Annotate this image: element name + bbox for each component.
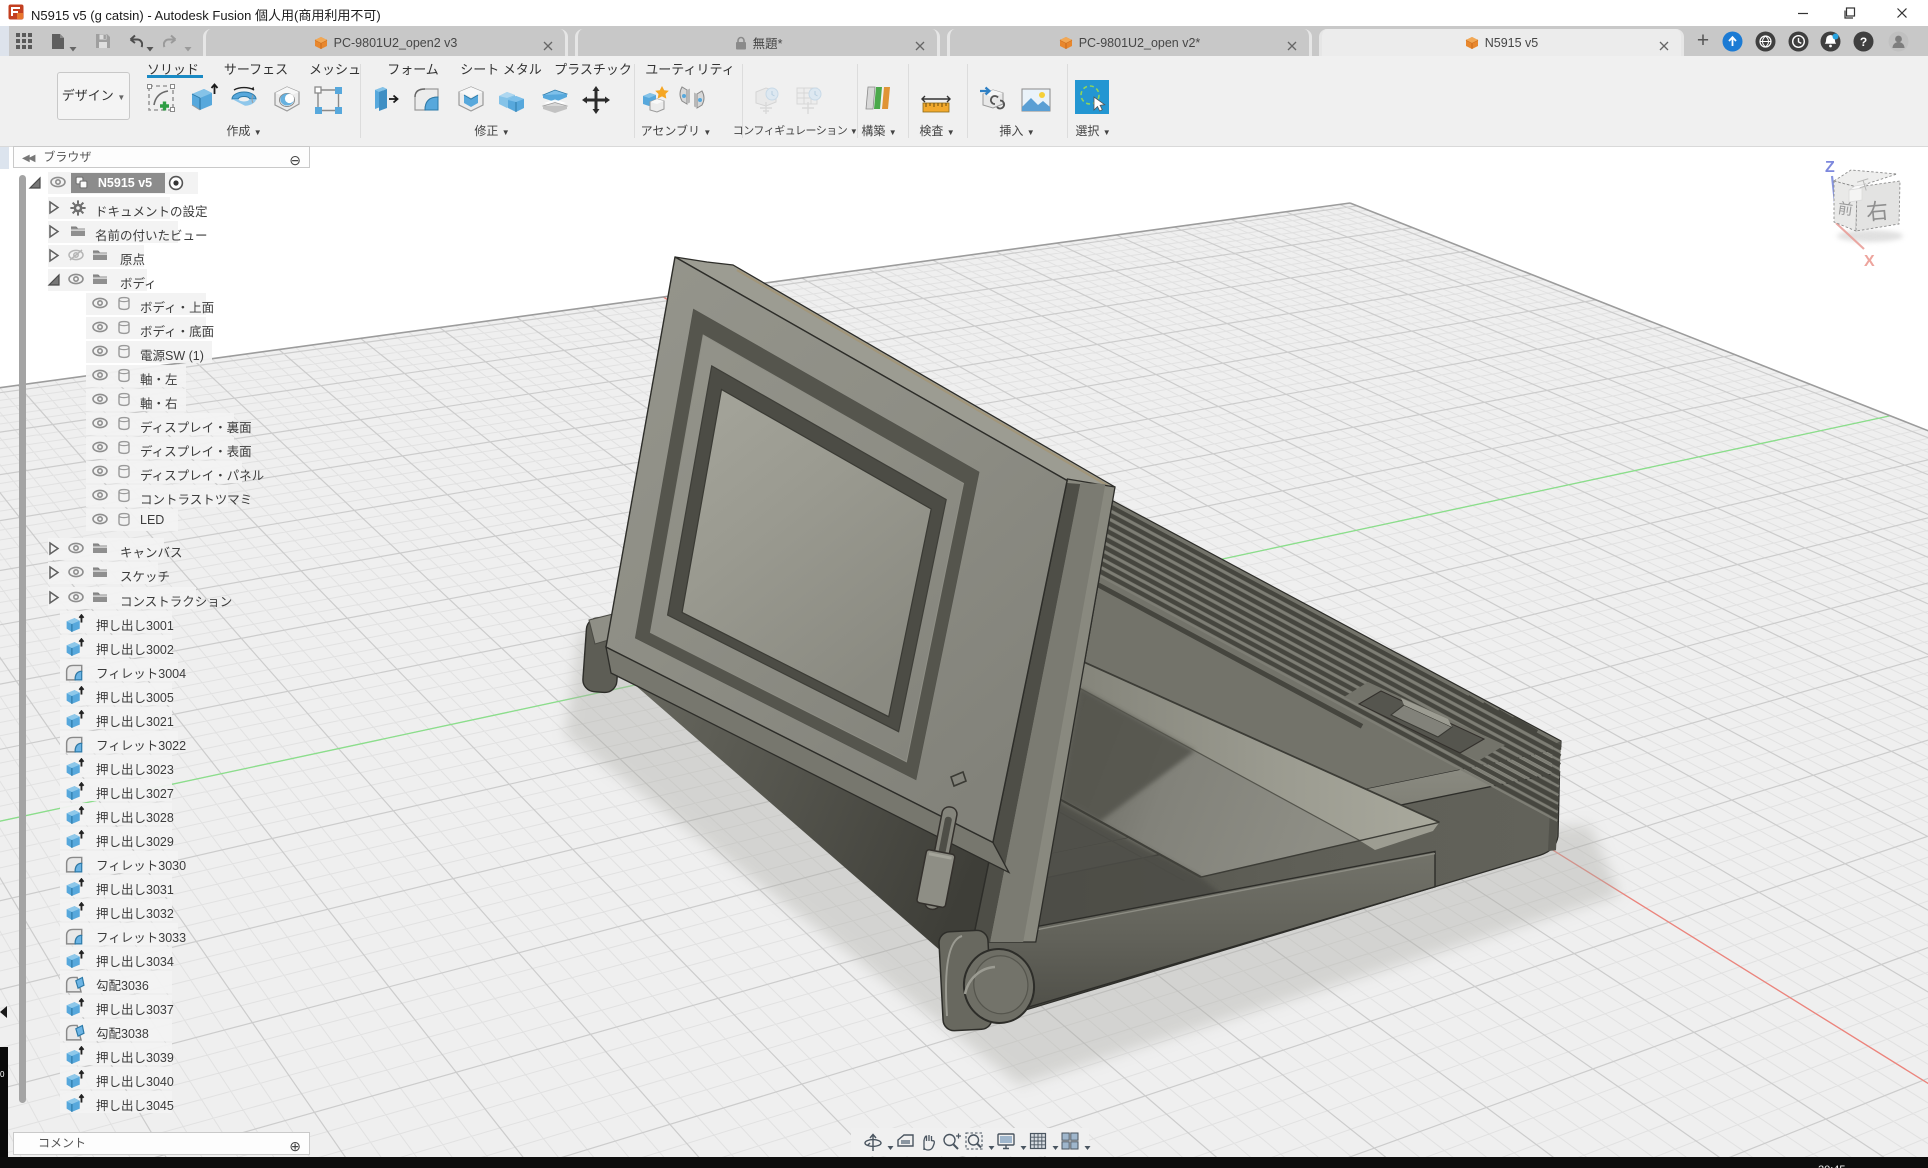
svg-text:右: 右 bbox=[1865, 198, 1889, 225]
svg-text:?: ? bbox=[1860, 35, 1867, 49]
svg-text:Z: Z bbox=[1825, 159, 1835, 176]
svg-text:前: 前 bbox=[1837, 200, 1854, 219]
svg-text:X: X bbox=[1864, 253, 1875, 270]
